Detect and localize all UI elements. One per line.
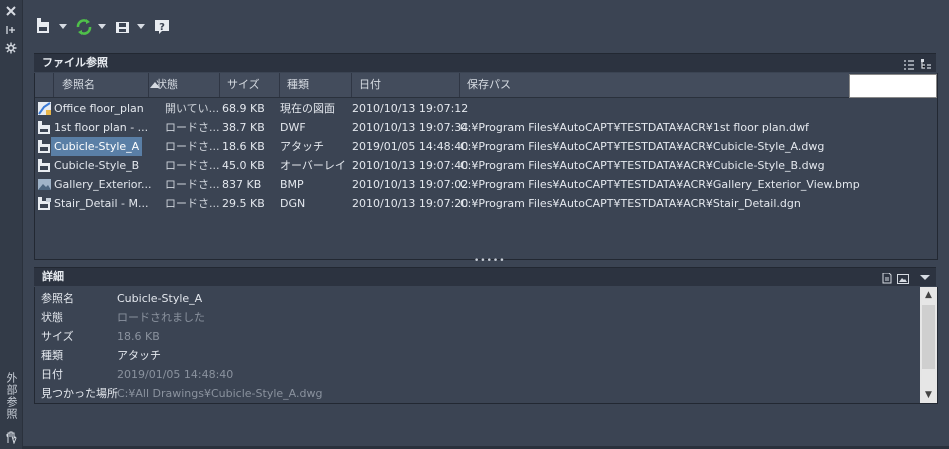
column-header-row: 参照名 状態 サイズ 種類 日付 保存パス <box>35 73 849 98</box>
cell-saved-path: C:¥Program Files¥AutoCAPT¥TESTDATA¥ACR¥S… <box>460 197 801 210</box>
cell-date: 2010/10/13 19:07:20 <box>352 197 469 210</box>
cell-reference-name: Stair_Detail - M... <box>54 197 149 210</box>
cell-size: 68.9 KB <box>222 102 265 115</box>
chevron-down-icon[interactable] <box>920 275 930 280</box>
refresh-icon <box>76 19 92 35</box>
cell-date: 2010/10/13 19:07:02 <box>352 178 469 191</box>
detail-value: 18.6 KB <box>117 330 160 343</box>
cell-reference-name: 1st floor plan - ... <box>54 121 149 134</box>
detail-key: 見つかった場所 <box>41 387 118 400</box>
detail-key: 状態 <box>41 311 63 324</box>
refresh-dropdown-caret[interactable] <box>98 24 106 29</box>
cell-saved-path: C:¥Program Files¥AutoCAPT¥TESTDATA¥ACR¥G… <box>460 178 860 191</box>
dwg-icon <box>37 158 52 173</box>
detail-value: アタッチ <box>117 349 161 362</box>
details-panel: 参照名 Cubicle-Style_A 状態 ロードされましたサイズ 18.6 KB 種類… <box>34 287 938 404</box>
column-size[interactable]: サイズ <box>220 73 280 97</box>
cell-saved-path: C:¥Program Files¥AutoCAPT¥TESTDATA¥ACR¥1… <box>460 121 809 134</box>
table-row[interactable]: Gallery_Exterior... ロードさ... 837 KB BMP 2010/… <box>35 175 935 194</box>
scroll-down-icon[interactable]: ▼ <box>920 387 937 403</box>
palette-strip: 外部参照 <box>0 0 23 449</box>
detail-value: 2019/01/05 14:48:40 <box>117 368 234 381</box>
image-icon <box>37 177 52 192</box>
cell-status: ロードさ... <box>165 121 220 134</box>
attach-dwg-button[interactable] <box>34 15 54 39</box>
column-saved-path[interactable]: 保存パス <box>460 73 849 97</box>
refresh-button[interactable] <box>74 15 94 39</box>
dwg-open-icon <box>37 101 52 116</box>
cell-size: 45.0 KB <box>222 159 265 172</box>
cell-status: ロードさ... <box>165 178 220 191</box>
column-filler <box>849 74 937 98</box>
detail-key: サイズ <box>41 330 74 343</box>
cell-reference-name: Office floor_plan <box>54 102 144 115</box>
cell-date: 2010/10/13 19:07:34 <box>352 121 469 134</box>
close-icon[interactable] <box>5 5 17 17</box>
detail-value: C:¥All Drawings¥Cubicle-Style_A.dwg <box>117 387 323 400</box>
detail-value: Cubicle-Style_A <box>117 292 203 305</box>
detail-key: 日付 <box>41 368 63 381</box>
attach-dwg-icon <box>37 18 49 33</box>
cell-date: 2019/01/05 14:48:40 <box>352 140 469 153</box>
details-scrollbar[interactable]: ▲ ▼ <box>920 287 937 403</box>
cell-status: ロードさ... <box>165 140 220 153</box>
change-path-button[interactable] <box>114 15 134 39</box>
table-row[interactable]: Cubicle-Style_B ロードさ... 45.0 KB オーバーレイ 2010/… <box>35 156 935 175</box>
cell-reference-name: Gallery_Exterior... <box>54 178 152 191</box>
details-header: 詳細 <box>34 267 936 286</box>
dgn-icon <box>37 196 52 211</box>
cell-saved-path: C:¥Program Files¥AutoCAPT¥TESTDATA¥ACR¥C… <box>460 140 825 153</box>
detail-key: 種類 <box>41 349 63 362</box>
scroll-thumb[interactable] <box>922 305 935 369</box>
settings-icon[interactable] <box>5 42 17 54</box>
file-references-header: ファイル参照 <box>34 53 936 72</box>
table-row[interactable]: 1st floor plan - ... ロードさ... 38.7 KB DWF 201… <box>35 118 935 137</box>
detail-value: ロードされました <box>117 311 205 324</box>
cell-size: 38.7 KB <box>222 121 265 134</box>
file-references-title: ファイル参照 <box>42 56 108 69</box>
table-row[interactable]: Office floor_plan 開いてい... 68.9 KB 現在の図面 2010… <box>35 99 935 118</box>
svg-text:?: ? <box>159 22 165 33</box>
cell-status: ロードさ... <box>165 197 220 210</box>
column-type[interactable]: 種類 <box>280 73 352 97</box>
cell-type: BMP <box>280 178 304 191</box>
cell-reference-name: Cubicle-Style_A <box>51 137 143 156</box>
table-row[interactable]: Cubicle-Style_A ロードさ... 18.6 KB アタッチ 2019/01… <box>35 137 935 156</box>
cell-type: アタッチ <box>280 140 324 153</box>
change-path-dropdown-caret[interactable] <box>137 24 145 29</box>
table-row[interactable]: Stair_Detail - M... ロードさ... 29.5 KB DGN 2010… <box>35 194 935 213</box>
cell-type: 現在の図面 <box>280 102 335 115</box>
cell-reference-name: Cubicle-Style_B <box>54 159 140 172</box>
help-icon: ? <box>155 20 169 34</box>
column-date[interactable]: 日付 <box>352 73 460 97</box>
cell-status: ロードさ... <box>165 159 220 172</box>
cell-size: 29.5 KB <box>222 197 265 210</box>
column-reference-name[interactable]: 参照名 <box>54 73 160 97</box>
dwf-icon <box>37 120 52 135</box>
cell-saved-path: C:¥Program Files¥AutoCAPT¥TESTDATA¥ACR¥C… <box>460 159 825 172</box>
cell-type: オーバーレイ <box>280 159 346 172</box>
details-title: 詳細 <box>42 270 64 283</box>
detail-key: 参照名 <box>41 292 74 305</box>
cell-status: 開いてい... <box>165 102 220 115</box>
cell-type: DWF <box>280 121 306 134</box>
panel-splitter-handle[interactable]: ••••• <box>474 257 505 266</box>
pin-icon[interactable] <box>5 24 17 36</box>
cell-size: 18.6 KB <box>222 140 265 153</box>
attach-dropdown-caret[interactable] <box>59 24 67 29</box>
change-path-icon <box>116 22 129 33</box>
hand-icon[interactable] <box>5 431 17 445</box>
help-button[interactable]: ? <box>154 15 174 39</box>
cell-size: 837 KB <box>222 178 262 191</box>
cell-type: DGN <box>280 197 306 210</box>
column-icon-spacer <box>35 73 54 97</box>
cell-date: 2010/10/13 19:07:12 <box>352 102 469 115</box>
column-status[interactable]: 状態 <box>149 73 220 97</box>
palette-title: 外部参照 <box>5 372 18 420</box>
dwg-icon <box>37 139 52 154</box>
file-references-list: 参照名 状態 サイズ 種類 日付 保存パス Office floor_plan 開… <box>34 73 938 260</box>
scroll-up-icon[interactable]: ▲ <box>920 287 937 303</box>
cell-date: 2010/10/13 19:07:40 <box>352 159 469 172</box>
